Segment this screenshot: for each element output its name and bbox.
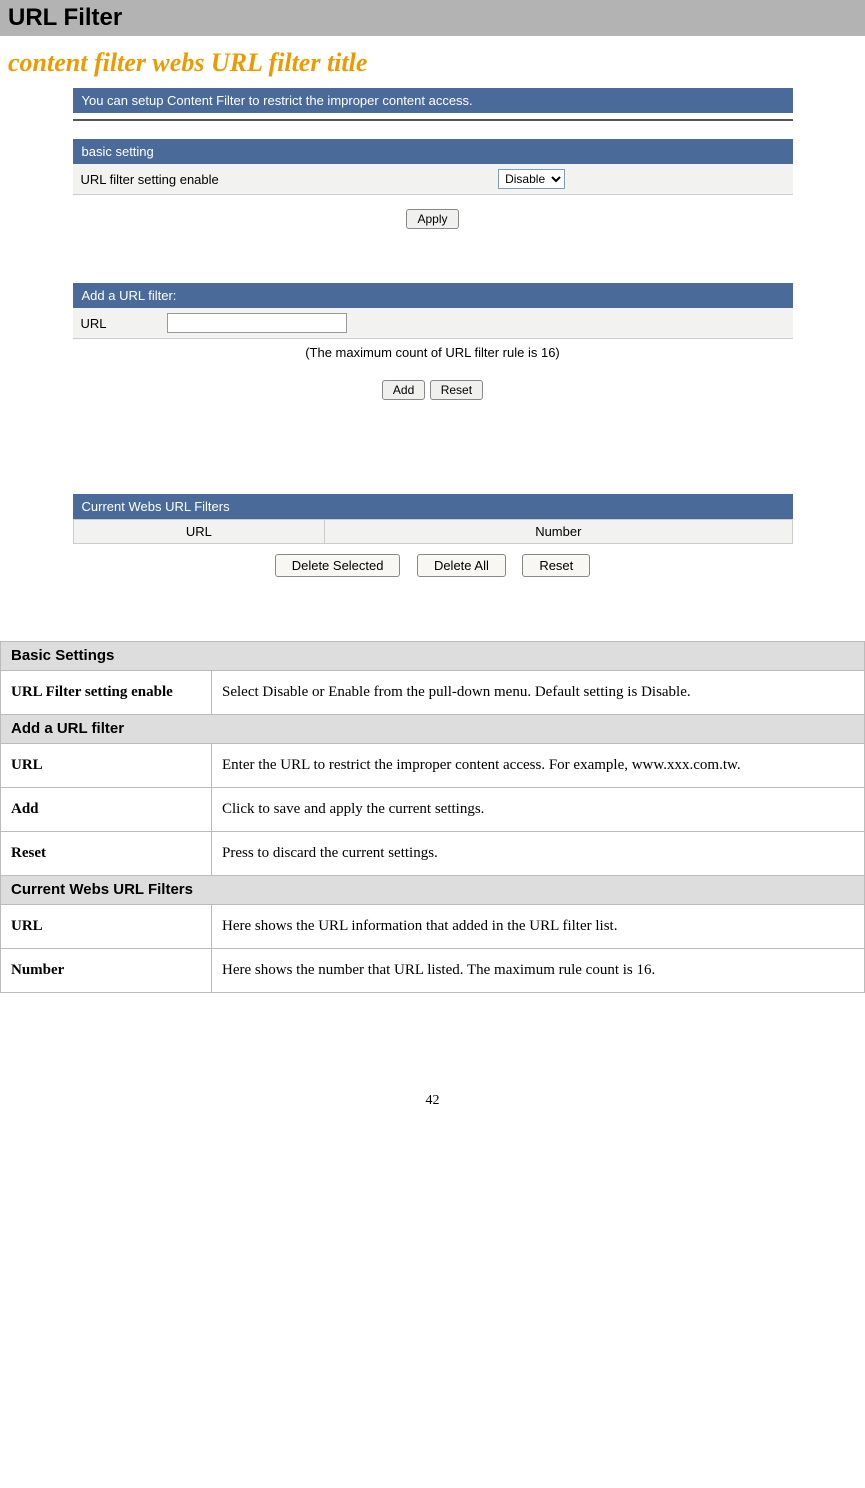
add-filter-section: Add a URL filter: URL (The maximum count… — [73, 283, 793, 414]
help-label: Add — [1, 788, 211, 831]
apply-button[interactable]: Apply — [406, 209, 458, 229]
add-reset-row: Add Reset — [73, 366, 793, 414]
filter-actions-row: Delete Selected Delete All Reset — [73, 544, 793, 587]
help-desc: Here shows the number that URL listed. T… — [212, 949, 864, 992]
add-button[interactable]: Add — [382, 380, 425, 400]
help-desc: Click to save and apply the current sett… — [212, 788, 864, 831]
url-filter-enable-cell: Disable — [490, 164, 792, 195]
help-desc: Select Disable or Enable from the pull-d… — [212, 671, 864, 714]
content-subtitle: content filter webs URL filter title — [0, 36, 865, 84]
help-section-header: Basic Settings — [1, 642, 864, 670]
help-label: URL — [1, 905, 211, 948]
help-desc: Here shows the URL information that adde… — [212, 905, 864, 948]
add-filter-table: URL — [73, 308, 793, 339]
help-desc: Enter the URL to restrict the improper c… — [212, 744, 864, 787]
max-count-note: (The maximum count of URL filter rule is… — [73, 339, 793, 366]
basic-setting-table: URL filter setting enable Disable — [73, 164, 793, 195]
divider — [73, 119, 793, 121]
basic-setting-section: basic setting URL filter setting enable … — [73, 139, 793, 243]
current-filters-header: Current Webs URL Filters — [73, 494, 793, 519]
url-input-cell — [159, 308, 793, 339]
apply-row: Apply — [73, 195, 793, 243]
intro-bar: You can setup Content Filter to restrict… — [73, 88, 793, 113]
current-filters-section: Current Webs URL Filters URL Number Dele… — [73, 494, 793, 587]
help-desc: Press to discard the current settings. — [212, 832, 864, 875]
help-label: Reset — [1, 832, 211, 875]
page-number: 42 — [0, 993, 865, 1129]
col-url: URL — [73, 520, 325, 544]
url-input[interactable] — [167, 313, 347, 333]
help-label: Number — [1, 949, 211, 992]
help-label: URL — [1, 744, 211, 787]
help-section-header: Current Webs URL Filters — [1, 876, 864, 904]
help-table: Basic Settings URL Filter setting enable… — [0, 641, 865, 993]
page-title: URL Filter — [0, 0, 865, 36]
help-label: URL Filter setting enable — [1, 671, 211, 714]
reset-filters-button[interactable]: Reset — [522, 554, 590, 577]
url-filter-enable-select[interactable]: Disable — [498, 169, 565, 189]
delete-selected-button[interactable]: Delete Selected — [275, 554, 401, 577]
add-filter-header: Add a URL filter: — [73, 283, 793, 308]
config-panel: You can setup Content Filter to restrict… — [73, 84, 793, 637]
current-filters-table: URL Number — [73, 519, 793, 544]
col-number: Number — [325, 520, 792, 544]
basic-setting-header: basic setting — [73, 139, 793, 164]
url-label: URL — [73, 308, 159, 339]
help-section-header: Add a URL filter — [1, 715, 864, 743]
reset-button[interactable]: Reset — [430, 380, 483, 400]
url-filter-enable-label: URL filter setting enable — [73, 164, 491, 195]
delete-all-button[interactable]: Delete All — [417, 554, 506, 577]
